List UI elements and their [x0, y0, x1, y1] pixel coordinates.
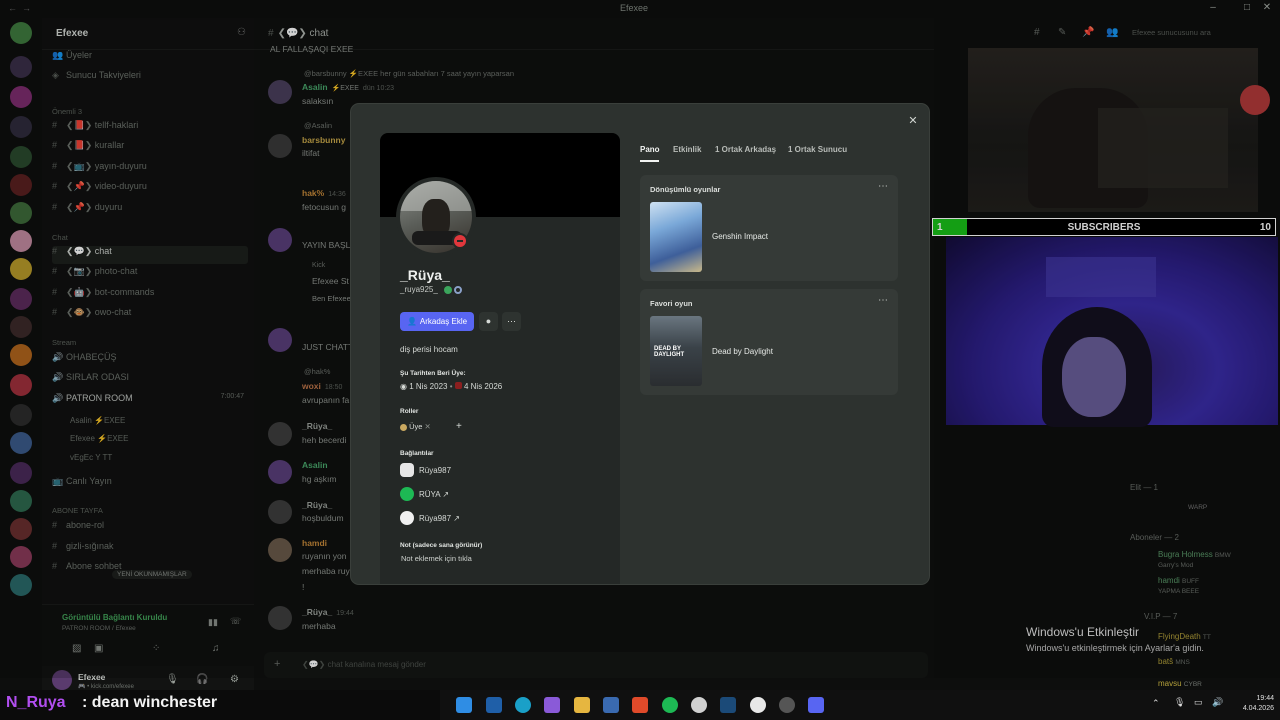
spotify-icon [400, 487, 414, 501]
tray-chevron-icon[interactable]: ⌃ [1152, 698, 1160, 709]
window-title: Efexee [620, 3, 649, 13]
quest-badge-icon [454, 285, 463, 294]
stream-chat-user: N_Ruya [6, 694, 66, 711]
app-icon[interactable] [779, 697, 795, 713]
note-label: Not (sadece sana görünür) [400, 542, 483, 549]
rotating-games-card: Dönüşümlü oyunlar ⋯ Genshin Impact [640, 175, 898, 281]
minimize-icon[interactable]: – [1206, 2, 1220, 13]
card-title: Dönüşümlü oyunlar [650, 185, 721, 194]
taskbar-clock[interactable]: 19:44 4.04.2026 [1240, 694, 1274, 714]
activation-watermark-sub: Windows'u etkinleştirmek için Ayarlar'a … [1026, 643, 1204, 653]
add-role-button[interactable]: + [456, 421, 462, 432]
edge-icon[interactable] [515, 697, 531, 713]
discord-icon[interactable] [808, 697, 824, 713]
start-icon[interactable] [456, 697, 472, 713]
more-icon[interactable]: ⋯ [878, 295, 888, 306]
chat-bubble-icon: ● [485, 316, 492, 326]
member-since-label: Şu Tarihten Beri Üye: [400, 370, 466, 377]
connections-label: Bağlantılar [400, 450, 434, 457]
obs-icon[interactable] [691, 697, 707, 713]
network-icon[interactable]: ▭ [1194, 697, 1203, 708]
copilot-icon[interactable] [544, 697, 560, 713]
spotify-icon[interactable] [662, 697, 678, 713]
note-input[interactable]: Not eklemek için tıkla [401, 554, 472, 563]
more-icon: ⋯ [507, 316, 516, 326]
add-friend-button[interactable]: 👤 Arkadaş Ekle [400, 312, 474, 331]
close-icon[interactable]: ✕ [904, 112, 922, 130]
tab-etkinlik[interactable]: Etkinlik [673, 145, 701, 154]
mic-tray-icon[interactable]: 🎙 [1174, 697, 1185, 708]
tab-mutual-servers[interactable]: 1 Ortak Sunucu [788, 145, 847, 154]
member-since-dates: ◉ 1 Nis 2023 • 4 Nis 2026 [400, 382, 503, 391]
close-window-icon[interactable]: ✕ [1260, 2, 1274, 13]
role-pill[interactable]: Üye ✕ [400, 422, 431, 431]
remove-role-icon[interactable]: ✕ [425, 422, 431, 431]
more-icon[interactable]: ⋯ [878, 181, 888, 192]
role-color-dot [400, 423, 407, 431]
clock-time: 19:44 [1256, 695, 1274, 702]
tab-pano[interactable]: Pano [640, 145, 660, 154]
tab-indicator [640, 160, 659, 162]
maximize-icon[interactable]: □ [1240, 2, 1254, 13]
more-options-button[interactable]: ⋯ [502, 312, 521, 331]
stream-chat-message: : dean winchester [82, 694, 218, 711]
current-user-status: 🎮 • kick.com/efexee [78, 684, 134, 690]
volume-icon[interactable]: 🔊 [1212, 697, 1223, 708]
message-button[interactable]: ● [479, 312, 498, 331]
forward-icon[interactable]: → [22, 3, 31, 13]
stream-chat-overlay: N_Ruya : dean winchester [0, 690, 440, 720]
game-cover[interactable]: DEAD BY DAYLIGHT [650, 316, 702, 386]
connection-item[interactable]: Rüya987 [419, 466, 451, 475]
connection-icon [400, 463, 414, 477]
profile-card: _Rüya_ _ruya925_ 👤 Arkadaş Ekle ● ⋯ diş p… [380, 133, 620, 584]
discord-logo-icon: ◉ [400, 382, 407, 391]
member-item[interactable]: mavsu CYBR [1158, 679, 1202, 688]
steam-icon[interactable] [720, 697, 736, 713]
app-icon[interactable] [750, 697, 766, 713]
store-icon[interactable] [603, 697, 619, 713]
game-name[interactable]: Dead by Daylight [712, 347, 773, 356]
roles-label: Roller [400, 408, 419, 415]
brave-icon[interactable] [632, 697, 648, 713]
profile-display-name: _Rüya_ [400, 267, 450, 283]
game-cover[interactable] [650, 202, 702, 272]
activation-watermark: Windows'u Etkinleştir [1026, 625, 1139, 639]
profile-bio: diş perisi hocam [400, 345, 458, 354]
add-user-icon: 👤 [406, 317, 417, 326]
back-icon[interactable]: ← [8, 3, 17, 13]
title-bar: ← → Efexee – □ ✕ [0, 0, 1280, 18]
game-cover-title: DEAD BY DAYLIGHT [654, 346, 685, 358]
connection-item[interactable]: Rüya987 ↗ [419, 514, 460, 523]
explorer-icon[interactable] [574, 697, 590, 713]
profile-username[interactable]: _ruya925_ [400, 285, 463, 294]
dnd-status-icon [452, 233, 468, 249]
game-name[interactable]: Genshin Impact [712, 232, 768, 241]
steam-icon [400, 511, 414, 525]
server-icon [454, 382, 462, 389]
clock-date: 4.04.2026 [1242, 705, 1274, 712]
mail-icon[interactable] [486, 697, 502, 713]
connection-item[interactable]: RÜYA ↗ [419, 490, 449, 499]
card-title: Favori oyun [650, 299, 693, 308]
favorite-game-card: Favori oyun ⋯ DEAD BY DAYLIGHT Dead by D… [640, 289, 898, 395]
nitro-badge-icon [444, 285, 453, 294]
tab-mutual-friends[interactable]: 1 Ortak Arkadaş [715, 145, 776, 154]
